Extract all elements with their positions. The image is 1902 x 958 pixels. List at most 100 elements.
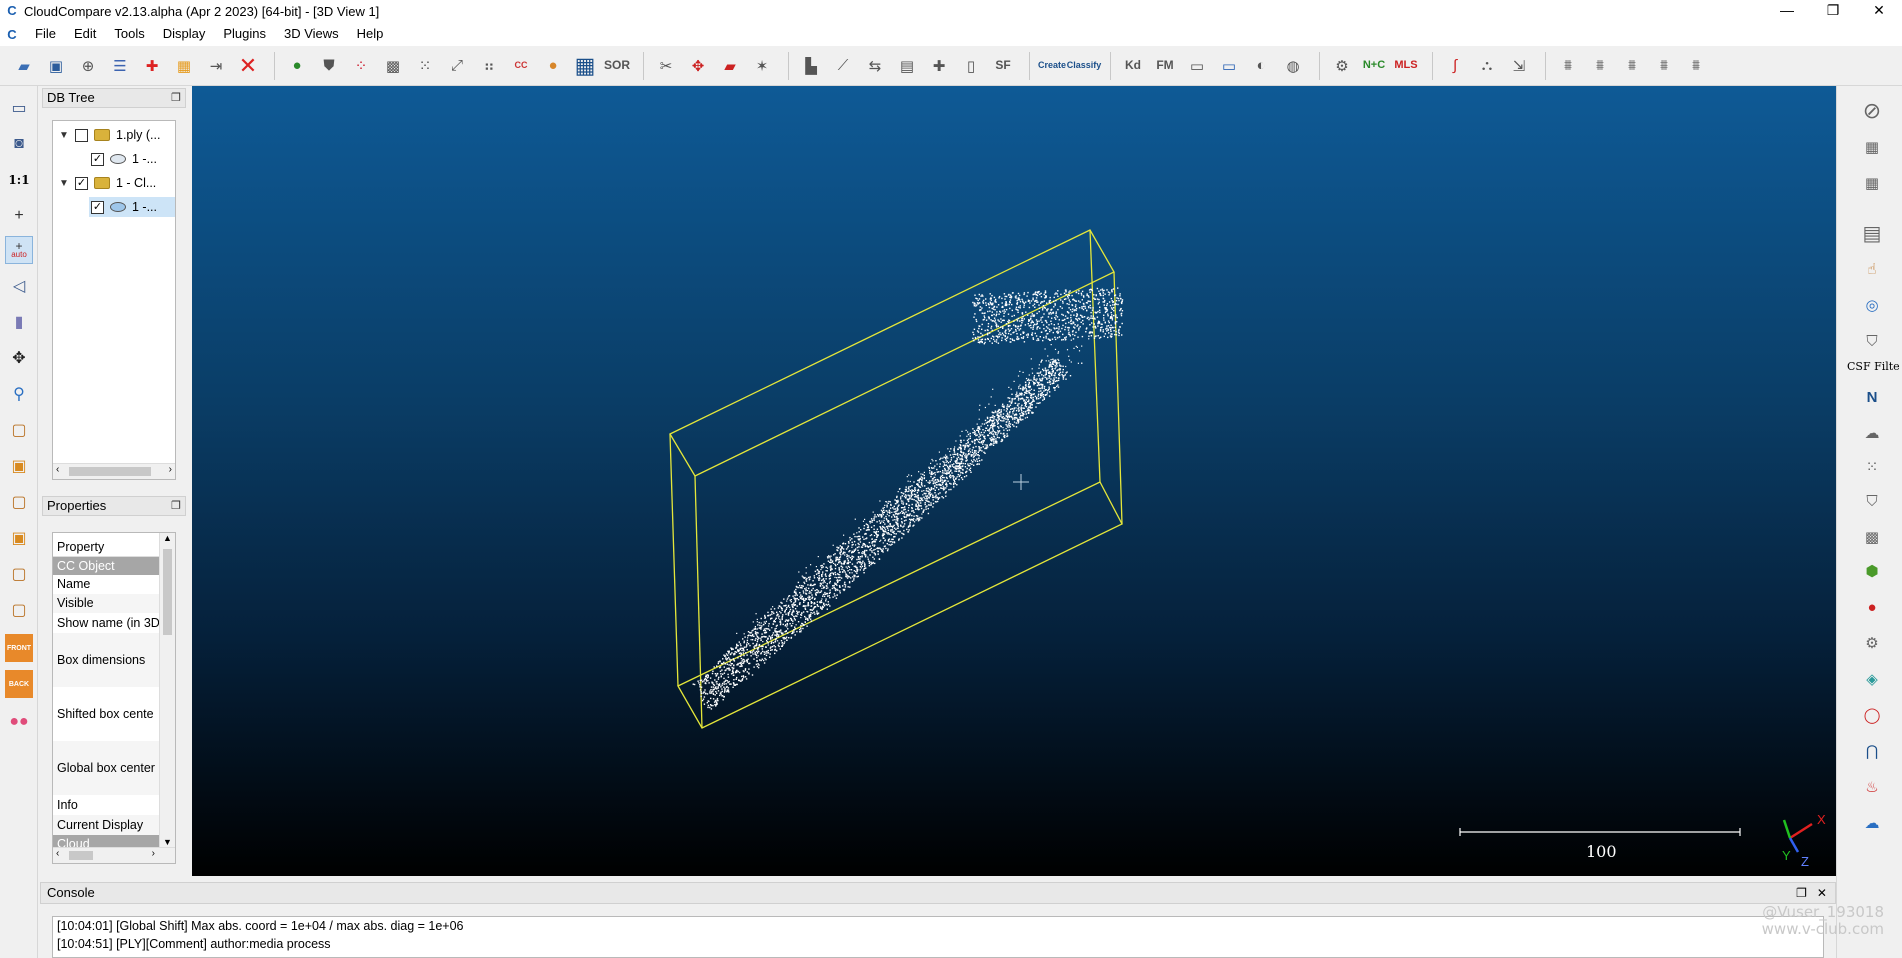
property-row[interactable]: Info (53, 795, 159, 815)
cc-icon[interactable]: CC (507, 51, 535, 81)
auto-pivot-button[interactable]: + auto (5, 236, 33, 264)
expand-arrow-icon[interactable]: ▼ (59, 178, 69, 189)
csf-filter-label[interactable]: CSF Filte (1847, 360, 1900, 373)
profile-1-icon[interactable]: ⩩ (1554, 51, 1582, 81)
top-view-icon[interactable]: ▢ (5, 416, 33, 444)
scale-icon[interactable]: ⤢ (443, 51, 471, 81)
delete-icon[interactable]: ✕ (234, 51, 262, 81)
float-panel-icon[interactable]: ❐ (171, 497, 181, 515)
back-iso-button[interactable]: BACK (5, 670, 33, 698)
export-icon[interactable]: ⇲ (1505, 51, 1533, 81)
menu-file[interactable]: File (26, 22, 65, 46)
sample-icon[interactable]: ⁘ (347, 51, 375, 81)
histogram-icon[interactable]: ▙ (797, 51, 825, 81)
zoom-icon[interactable]: ⚲ (5, 380, 33, 408)
scroll-thumb[interactable] (69, 851, 93, 860)
menu-plugins[interactable]: Plugins (214, 22, 275, 46)
property-row[interactable]: Box dimensions (53, 633, 159, 687)
mesh-icon[interactable]: ⛊ (315, 51, 343, 81)
tree-row[interactable]: ▼ 1.ply (... (59, 125, 160, 145)
scatter-icon[interactable]: ⁙ (411, 51, 439, 81)
add-sf-icon[interactable]: ✚ (925, 51, 953, 81)
visibility-checkbox[interactable] (75, 128, 88, 142)
scroll-right-icon[interactable]: › (169, 464, 172, 475)
sf-table-icon[interactable]: ▤ (893, 51, 921, 81)
north-arrow-icon[interactable]: N (1859, 384, 1885, 410)
float-panel-icon[interactable]: ❐ (171, 89, 181, 107)
subsample-icon[interactable]: ▩ (379, 51, 407, 81)
front-iso-button[interactable]: FRONT (5, 634, 33, 662)
normals-compass-icon[interactable]: N+C (1360, 51, 1388, 81)
app-menu-icon[interactable]: C (4, 27, 20, 42)
save-icon[interactable]: ▣ (42, 51, 70, 81)
property-row[interactable]: Shifted box cente (53, 687, 159, 741)
translate-rotate-icon[interactable]: ✥ (684, 51, 712, 81)
ellipse-icon[interactable]: ◯ (1859, 702, 1885, 728)
curve-icon[interactable]: ∫ (1441, 51, 1469, 81)
blob-icon[interactable]: ● (539, 51, 567, 81)
shp-icon[interactable]: ▭ (1183, 51, 1211, 81)
profile-4-icon[interactable]: ⩩ (1650, 51, 1678, 81)
shield-2-icon[interactable]: ⛉ (1859, 488, 1885, 514)
arch-icon[interactable]: ⋂ (1859, 738, 1885, 764)
minimize-button[interactable]: — (1764, 0, 1810, 22)
rotate-icon[interactable]: ◁ (5, 272, 33, 300)
menu-display[interactable]: Display (154, 22, 215, 46)
ssd-icon[interactable]: ▦ (1859, 170, 1885, 196)
sf-min-max-icon[interactable]: ⇆ (861, 51, 889, 81)
restore-button[interactable]: ❐ (1810, 0, 1856, 22)
color-icon[interactable]: ▦ (170, 51, 198, 81)
menu-3d-views[interactable]: 3D Views (275, 22, 348, 46)
menu-help[interactable]: Help (348, 22, 393, 46)
add-point-icon[interactable]: ✚ (138, 51, 166, 81)
visibility-checkbox[interactable]: ✓ (75, 176, 88, 190)
tree-row[interactable]: ✓ 1 -... (91, 149, 157, 169)
back-view-icon[interactable]: ▢ (5, 596, 33, 624)
sphere-plugin-icon[interactable]: ⬢ (1859, 558, 1885, 584)
hand-icon[interactable]: ☝ (1859, 256, 1885, 282)
crosshair-icon[interactable]: + (5, 202, 33, 230)
scroll-thumb[interactable] (69, 467, 151, 476)
sor-filter-icon[interactable]: SOR (603, 51, 631, 81)
bottom-view-icon[interactable]: ▢ (5, 560, 33, 588)
sphere-icon[interactable]: ◐ (1247, 51, 1275, 81)
scissors-icon[interactable]: ✂ (652, 51, 680, 81)
scroll-left-icon[interactable]: ‹ (56, 464, 59, 475)
facet-icon[interactable]: FM (1151, 51, 1179, 81)
open-icon[interactable]: ▰ (10, 51, 38, 81)
stereo-icon[interactable]: ●● (5, 708, 33, 736)
point-picking-icon[interactable]: ✶ (748, 51, 776, 81)
property-row[interactable]: Show name (in 3D (53, 613, 159, 633)
monitor-icon[interactable]: ▭ (5, 94, 33, 122)
tree-row[interactable]: ▼ ✓ 1 - Cl... (59, 173, 156, 193)
shield-icon[interactable]: ⛉ (1859, 328, 1885, 354)
property-row[interactable]: Global box center (53, 741, 159, 795)
globe-icon[interactable]: ◍ (1279, 51, 1307, 81)
compass-icon[interactable]: ◎ (1859, 292, 1885, 318)
scroll-up-icon[interactable]: ▲ (163, 533, 172, 543)
menu-edit[interactable]: Edit (65, 22, 105, 46)
translate-icon[interactable]: ✥ (5, 344, 33, 372)
hrr-icon[interactable]: ☁ (1859, 420, 1885, 446)
merge-icon[interactable]: ● (283, 51, 311, 81)
expand-arrow-icon[interactable]: ▼ (59, 130, 69, 141)
m3c2-icon[interactable]: ⁙ (1859, 454, 1885, 480)
perspective-icon[interactable]: ▮ (5, 308, 33, 336)
cdl-icon[interactable]: ▦ (1859, 134, 1885, 160)
pcv-icon[interactable]: ▩ (1859, 524, 1885, 550)
canupo-classify-icon[interactable]: Classify (1067, 51, 1102, 81)
db-tree-horizontal-scrollbar[interactable]: ‹ › (53, 463, 175, 479)
canupo-create-icon[interactable]: Create (1038, 51, 1066, 81)
segment-icon[interactable]: ⇥ (202, 51, 230, 81)
stats-icon[interactable]: ⛬ (1473, 51, 1501, 81)
plugin-gear-icon[interactable]: ⚙ (1328, 51, 1356, 81)
left-view-icon[interactable]: ▢ (5, 488, 33, 516)
front-view-cube-icon[interactable]: ▣ (5, 452, 33, 480)
profile-5-icon[interactable]: ⩩ (1682, 51, 1710, 81)
cross-section-icon[interactable]: ▰ (716, 51, 744, 81)
property-row[interactable]: Current Display (53, 815, 159, 835)
tree-row-selected[interactable]: ✓ 1 -... (89, 197, 175, 217)
pick-rotation-center-icon[interactable]: ⊕ (74, 51, 102, 81)
profile-3-icon[interactable]: ⩩ (1618, 51, 1646, 81)
fire-icon[interactable]: ♨ (1859, 774, 1885, 800)
